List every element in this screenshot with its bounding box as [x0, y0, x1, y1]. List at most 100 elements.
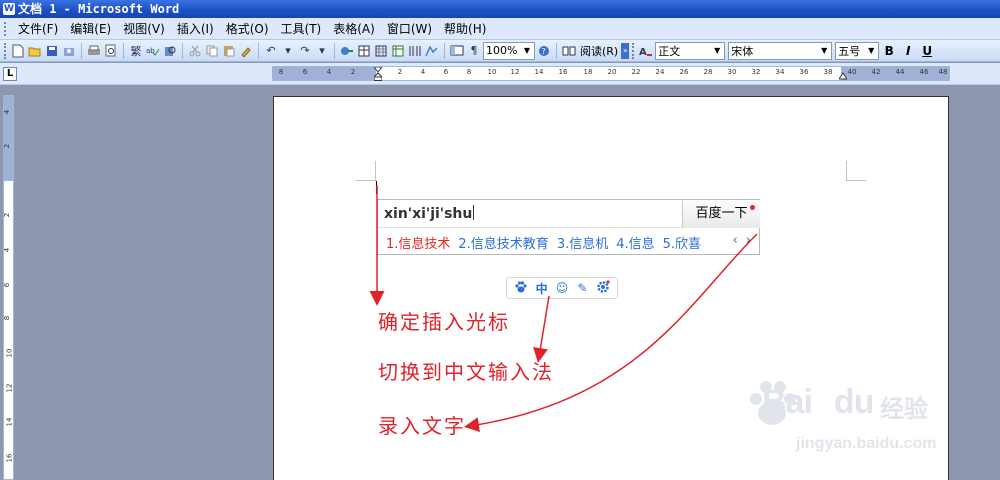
menu-insert[interactable]: 插入(I) — [171, 18, 220, 40]
toolbar-grip[interactable] — [632, 42, 635, 59]
menu-table[interactable]: 表格(A) — [327, 18, 381, 40]
ruler-number: 40 — [847, 68, 857, 76]
copy-icon[interactable] — [204, 43, 220, 59]
new-document-icon[interactable] — [10, 43, 26, 59]
paste-icon[interactable] — [221, 43, 237, 59]
chevron-down-icon[interactable]: ▼ — [865, 44, 877, 58]
menu-help[interactable]: 帮助(H) — [438, 18, 492, 40]
ruler-number: 10 — [487, 68, 497, 76]
emoji-icon[interactable]: ☺ — [554, 281, 570, 295]
chevron-down-icon[interactable]: ▼ — [521, 44, 533, 58]
ruler-number: 30 — [727, 68, 737, 76]
ruler-number: 4 — [3, 247, 12, 253]
ruler-number: 12 — [5, 383, 14, 393]
menu-grip[interactable] — [4, 21, 8, 36]
undo-icon[interactable]: ↶ — [263, 43, 279, 59]
redo-icon[interactable]: ↷ — [297, 43, 313, 59]
zoom-dropdown[interactable]: 100% ▼ — [483, 41, 535, 60]
menu-edit[interactable]: 编辑(E) — [64, 18, 117, 40]
candidate-item[interactable]: 2.信息技术教育 — [458, 233, 548, 252]
traditional-chinese-button[interactable]: 繁 — [128, 43, 144, 59]
candidate-item[interactable]: 1.信息技术 — [386, 233, 450, 252]
text-cursor — [376, 181, 377, 194]
ruler-number: 16 — [5, 453, 14, 463]
menu-file[interactable]: 文件(F) — [12, 18, 64, 40]
font-size-dropdown[interactable]: 五号 ▼ — [835, 41, 880, 60]
zoom-value: 100% — [486, 44, 518, 57]
watermark-cn: 经验 — [880, 395, 928, 423]
ruler-number: 2 — [397, 68, 403, 76]
document-map-icon[interactable] — [449, 43, 465, 59]
toolbar-grip[interactable] — [4, 42, 7, 59]
ime-pinyin-input[interactable]: xin'xi'ji'shu — [378, 200, 683, 228]
print-preview-icon[interactable] — [103, 43, 119, 59]
chinese-mode-toggle[interactable]: 中 — [534, 280, 550, 297]
drawing-icon[interactable] — [424, 43, 440, 59]
vertical-ruler[interactable]: 4 2 2 4 6 8 10 12 14 16 — [3, 95, 14, 480]
menu-bar: 文件(F) 编辑(E) 视图(V) 插入(I) 格式(O) 工具(T) 表格(A… — [0, 18, 1000, 40]
save-icon[interactable] — [44, 43, 60, 59]
ruler-number: 44 — [895, 68, 905, 76]
open-folder-icon[interactable] — [27, 43, 43, 59]
font-dropdown[interactable]: 宋体 ▼ — [728, 41, 833, 60]
candidate-item[interactable]: 4.信息 — [616, 233, 654, 252]
print-icon[interactable] — [86, 43, 102, 59]
horizontal-ruler-bar: L 8 6 4 2 2 4 6 8 10 12 14 16 18 20 22 2… — [0, 63, 1000, 85]
chevron-down-icon[interactable]: ▼ — [711, 44, 723, 58]
baidu-search-button[interactable]: 百度一下 — [682, 200, 760, 228]
annotation-step1: 确定插入光标 — [378, 310, 510, 334]
right-indent-marker-icon[interactable] — [839, 72, 847, 80]
horizontal-ruler[interactable]: 8 6 4 2 2 4 6 8 10 12 14 16 18 20 22 24 … — [272, 66, 950, 81]
ruler-number: 22 — [631, 68, 641, 76]
bold-button[interactable]: B — [880, 44, 898, 58]
ruler-number: 32 — [751, 68, 761, 76]
redo-dropdown-icon[interactable]: ▾ — [314, 43, 330, 59]
handwriting-pen-icon[interactable]: ✎ — [574, 281, 590, 295]
cut-icon[interactable] — [187, 43, 203, 59]
baidu-search-label: 百度一下 — [695, 206, 748, 221]
candidate-page-nav[interactable]: ‹ › — [732, 233, 753, 248]
ruler-number: 20 — [607, 68, 617, 76]
format-painter-icon[interactable] — [238, 43, 254, 59]
candidate-item[interactable]: 5.欣喜 — [663, 233, 701, 252]
font-value: 宋体 — [731, 44, 754, 58]
menu-view[interactable]: 视图(V) — [117, 18, 171, 40]
insert-excel-icon[interactable] — [390, 43, 406, 59]
toolbar-separator — [258, 42, 259, 59]
toolbar-overflow-icon[interactable]: » — [621, 42, 630, 59]
read-mode-icon[interactable] — [561, 43, 577, 59]
styles-formatting-icon[interactable]: A — [638, 43, 654, 59]
research-icon[interactable] — [162, 43, 178, 59]
ruler-number: 4 — [326, 68, 332, 76]
columns-icon[interactable] — [407, 43, 423, 59]
insert-table-icon[interactable] — [373, 43, 389, 59]
ruler-number: 18 — [583, 68, 593, 76]
ruler-number: 6 — [443, 68, 449, 76]
tab-stop-selector[interactable]: L — [3, 67, 17, 81]
tables-borders-icon[interactable] — [356, 43, 372, 59]
ruler-number: 2 — [3, 212, 12, 218]
show-hide-marks-icon[interactable]: ¶ — [466, 43, 482, 59]
chevron-down-icon[interactable]: ▼ — [818, 44, 830, 58]
candidate-item[interactable]: 3.信息机 — [557, 233, 608, 252]
pinyin-text: xin'xi'ji'shu — [384, 206, 473, 222]
settings-gear-icon[interactable] — [595, 279, 611, 297]
italic-button[interactable]: I — [899, 44, 917, 58]
baidu-paw-icon[interactable] — [513, 280, 529, 297]
underline-button[interactable]: U — [918, 44, 936, 58]
ruler-number: 4 — [420, 68, 426, 76]
menu-tools[interactable]: 工具(T) — [275, 18, 328, 40]
menu-format[interactable]: 格式(O) — [220, 18, 275, 40]
toolbar-separator — [182, 42, 183, 59]
indent-marker-icon[interactable] — [374, 67, 382, 81]
hyperlink-icon[interactable] — [339, 43, 355, 59]
undo-dropdown-icon[interactable]: ▾ — [280, 43, 296, 59]
menu-window[interactable]: 窗口(W) — [381, 18, 438, 40]
spelling-icon[interactable]: ab — [145, 43, 161, 59]
style-dropdown[interactable]: 正文 ▼ — [655, 41, 726, 60]
permission-icon[interactable] — [61, 43, 77, 59]
help-icon[interactable]: ? — [536, 43, 552, 59]
watermark-brand: Bai du — [762, 383, 874, 421]
read-mode-button[interactable]: 阅读(R) — [578, 43, 620, 59]
ruler-number: 34 — [775, 68, 785, 76]
